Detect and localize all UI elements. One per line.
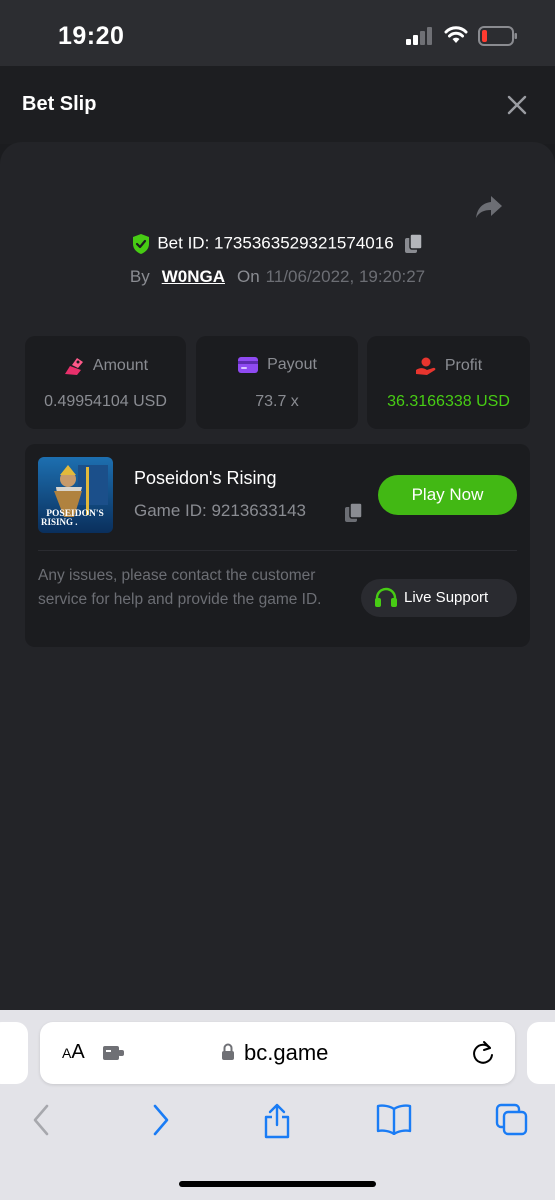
stat-amount-value: 0.49954104 USD	[44, 393, 167, 410]
stat-profit: Profit 36.3166338 USD	[367, 336, 530, 429]
game-thumbnail[interactable]: POSEIDON'S RISING .	[38, 457, 113, 533]
username-link[interactable]: W0NGA	[162, 267, 225, 286]
share-arrow-icon[interactable]	[474, 194, 504, 220]
divider	[38, 550, 517, 551]
bet-slip-header: Bet Slip	[0, 66, 555, 144]
battery-low-icon	[478, 26, 517, 46]
support-message: Any issues, please contact the customer …	[38, 567, 322, 608]
amount-icon	[64, 358, 83, 375]
card-icon	[238, 357, 259, 373]
bet-owner-row: By W0NGA On 11/06/2022, 19:20:27	[0, 267, 555, 287]
stat-profit-value: 36.3166338 USD	[387, 393, 510, 410]
stat-payout: Payout 73.7 x	[196, 336, 358, 429]
bet-id-row: Bet ID: 1735363529321574016	[0, 233, 555, 255]
page-title: Bet Slip	[22, 93, 97, 115]
profit-hand-icon	[415, 357, 436, 375]
wifi-icon	[444, 26, 468, 43]
copy-bet-id-icon[interactable]	[404, 233, 424, 255]
copy-game-id-icon[interactable]	[344, 502, 364, 524]
headset-icon	[375, 587, 397, 607]
close-icon[interactable]	[506, 94, 528, 116]
play-now-button[interactable]: Play Now	[378, 475, 517, 515]
previous-tab-preview[interactable]	[0, 1022, 28, 1084]
bet-datetime: 11/06/2022, 19:20:27	[265, 267, 426, 286]
stat-payout-value: 73.7 x	[255, 393, 299, 410]
bookmarks-icon[interactable]	[376, 1103, 412, 1135]
bet-id: Bet ID: 1735363529321574016	[157, 233, 394, 253]
tabs-icon[interactable]	[495, 1103, 529, 1137]
forward-icon[interactable]	[150, 1103, 172, 1137]
live-support-button[interactable]: Live Support	[361, 579, 517, 617]
poseidon-game-art: POSEIDON'S RISING .	[38, 457, 113, 533]
stat-profit-label: Profit	[444, 357, 483, 374]
home-indicator	[179, 1181, 376, 1187]
reload-icon[interactable]	[471, 1040, 495, 1066]
game-card: POSEIDON'S RISING . Poseidon's Rising Ga…	[25, 444, 530, 647]
address-bar[interactable]: AA bc.game	[40, 1022, 515, 1084]
share-icon[interactable]	[262, 1103, 292, 1139]
verified-shield-icon	[133, 234, 150, 254]
game-id: Game ID: 9213633143	[134, 501, 307, 520]
stat-amount: Amount 0.49954104 USD	[25, 336, 186, 429]
on-label: On	[236, 267, 260, 286]
url-text[interactable]: bc.game	[244, 1040, 328, 1066]
back-icon[interactable]	[30, 1103, 52, 1137]
status-time: 19:20	[58, 22, 125, 50]
thumb-title-line2: RISING .	[41, 517, 78, 527]
extension-puzzle-icon[interactable]	[102, 1044, 126, 1062]
game-name[interactable]: Poseidon's Rising	[134, 468, 277, 489]
live-support-label: Live Support	[404, 589, 489, 606]
by-label: By	[129, 267, 150, 286]
cellular-signal-icon	[406, 27, 432, 45]
text-size-button[interactable]: AA	[62, 1041, 85, 1064]
stat-payout-label: Payout	[267, 356, 317, 373]
lock-icon	[222, 1043, 234, 1060]
next-tab-preview[interactable]	[527, 1022, 555, 1084]
status-bar: 19:20	[0, 0, 555, 66]
stat-amount-label: Amount	[92, 357, 149, 374]
